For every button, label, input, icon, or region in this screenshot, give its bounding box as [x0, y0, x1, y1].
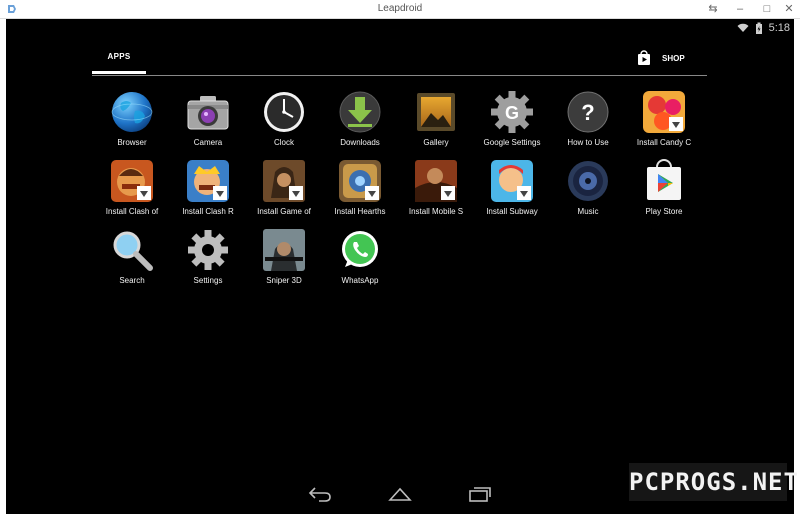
expand-button[interactable]: ⇆ — [704, 2, 722, 16]
app-label: Install Hearths — [334, 207, 386, 216]
tab-shop-label: SHOP — [662, 53, 685, 63]
app-label: Browser — [117, 138, 147, 147]
app-label: Install Game of — [257, 207, 311, 216]
camera-icon — [187, 96, 229, 130]
tab-divider — [92, 75, 707, 76]
app-browser[interactable]: Browser — [94, 89, 170, 147]
status-bar: 5:18 — [737, 21, 790, 35]
app-play-store[interactable]: Play Store — [626, 158, 702, 216]
help-icon: ? — [567, 91, 609, 133]
app-search[interactable]: Search — [94, 227, 170, 285]
window-title: Leapdroid — [377, 3, 423, 14]
watermark: PCPROGS.NET — [629, 463, 798, 501]
music-icon — [568, 161, 608, 201]
app-clock[interactable]: Clock — [246, 89, 322, 147]
app-label: Camera — [193, 138, 223, 147]
shop-bag-icon — [638, 50, 650, 65]
app-install-clash-royale[interactable]: Install Clash R — [170, 158, 246, 216]
whatsapp-icon — [342, 231, 378, 267]
app-whatsapp[interactable]: WhatsApp — [322, 227, 398, 285]
back-button[interactable] — [307, 485, 333, 503]
app-camera[interactable]: Camera — [170, 89, 246, 147]
battery-icon — [755, 22, 762, 34]
clock-icon — [264, 92, 304, 132]
app-install-hearthstone[interactable]: Install Hearths — [322, 158, 398, 216]
app-gallery[interactable]: Gallery — [398, 89, 474, 147]
svg-text:?: ? — [581, 100, 594, 125]
app-google-settings[interactable]: G Google Settings — [474, 89, 550, 147]
app-label: Install Mobile S — [408, 207, 464, 216]
tab-apps[interactable]: APPS — [92, 46, 146, 74]
google-settings-icon: G — [491, 91, 533, 133]
play-store-icon — [647, 159, 681, 200]
svg-text:G: G — [505, 103, 519, 123]
app-label: Install Clash of — [105, 207, 159, 216]
app-install-clash-of-clans[interactable]: Install Clash of — [94, 158, 170, 216]
app-install-mobile-strike[interactable]: Install Mobile S — [398, 158, 474, 216]
subway-surfers-icon — [491, 160, 533, 202]
clash-royale-icon — [187, 160, 229, 202]
recent-apps-button[interactable] — [467, 485, 493, 503]
app-label: WhatsApp — [341, 276, 379, 285]
app-label: How to Use — [567, 138, 609, 147]
home-button[interactable] — [387, 485, 413, 503]
hearthstone-icon — [339, 160, 381, 202]
app-music[interactable]: Music — [550, 158, 626, 216]
app-label: Install Candy C — [636, 138, 692, 147]
android-screen: 5:18 APPS SHOP Browser Camera Clock Down… — [6, 19, 794, 514]
close-button[interactable]: ✕ — [780, 2, 798, 16]
gear-icon — [188, 230, 228, 270]
search-icon — [113, 231, 153, 271]
app-label: Sniper 3D — [266, 276, 302, 285]
clash-of-clans-icon — [111, 160, 153, 202]
app-label: Search — [119, 276, 145, 285]
gallery-icon — [417, 93, 455, 131]
app-label: Gallery — [423, 138, 449, 147]
tab-apps-indicator — [92, 71, 146, 74]
app-install-game-of-war[interactable]: Install Game of — [246, 158, 322, 216]
app-label: Install Subway — [486, 207, 538, 216]
game-of-war-icon — [263, 160, 305, 202]
app-sniper-3d[interactable]: Sniper 3D — [246, 227, 322, 285]
status-time: 5:18 — [768, 22, 790, 34]
downloads-icon — [339, 91, 381, 133]
sniper-3d-icon — [263, 229, 305, 271]
app-install-candy-crush[interactable]: Install Candy C — [626, 89, 702, 147]
app-settings[interactable]: Settings — [170, 227, 246, 285]
candy-crush-icon — [643, 91, 685, 133]
window-bottom-border — [0, 514, 800, 518]
app-label: Clock — [273, 138, 294, 147]
app-label: Music — [577, 207, 599, 216]
minimize-button[interactable]: – — [731, 2, 749, 16]
app-label: Downloads — [340, 138, 380, 147]
app-label: Settings — [193, 276, 223, 285]
wifi-icon — [737, 23, 749, 32]
app-label: Play Store — [645, 207, 683, 216]
mobile-strike-icon — [415, 160, 457, 202]
maximize-button[interactable]: □ — [758, 2, 776, 16]
app-downloads[interactable]: Downloads — [322, 89, 398, 147]
browser-icon — [111, 92, 153, 132]
app-how-to-use[interactable]: ? How to Use — [550, 89, 626, 147]
app-label: Google Settings — [483, 138, 541, 147]
app-install-subway-surfers[interactable]: Install Subway — [474, 158, 550, 216]
window-titlebar: Leapdroid ⇆ – □ ✕ — [0, 0, 800, 19]
tab-shop[interactable]: SHOP — [636, 47, 685, 69]
app-label: Install Clash R — [182, 207, 234, 216]
